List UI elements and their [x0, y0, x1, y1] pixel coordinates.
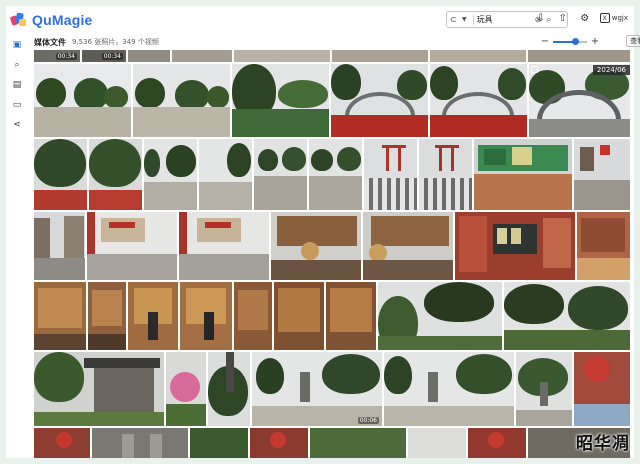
photo-thumbnail[interactable]: [92, 428, 188, 458]
photo-grid: 00:34 00:34 2024/06 00:06: [34, 50, 630, 458]
settings-icon[interactable]: ⚙: [578, 11, 592, 25]
photo-thumbnail[interactable]: [408, 428, 466, 458]
photo-thumbnail[interactable]: [199, 139, 252, 210]
watermark: 昭华凋: [576, 434, 630, 454]
photo-thumbnail[interactable]: [180, 282, 232, 350]
app-name: QuMagie: [32, 12, 93, 28]
photo-row: 00:06: [34, 352, 630, 426]
photo-thumbnail[interactable]: [34, 139, 87, 210]
media-count: 9,536 张照片，349 个视频: [72, 38, 159, 46]
photo-thumbnail[interactable]: [430, 64, 527, 137]
photo-library-icon[interactable]: ▣: [10, 38, 24, 52]
photo-thumbnail[interactable]: [144, 139, 197, 210]
photo-thumbnail[interactable]: [87, 212, 177, 280]
upload-icon[interactable]: ⇧: [556, 11, 570, 25]
photo-thumbnail[interactable]: [250, 428, 308, 458]
photo-thumbnail[interactable]: [474, 139, 572, 210]
photo-thumbnail[interactable]: [528, 50, 630, 62]
photo-thumbnail[interactable]: [234, 50, 330, 62]
select-checkbox[interactable]: [531, 66, 538, 73]
zoom-handle[interactable]: [571, 38, 579, 45]
page-title: 媒体文件: [34, 37, 66, 47]
photo-thumbnail[interactable]: [128, 282, 178, 350]
app-logo[interactable]: QuMagie: [9, 11, 93, 29]
photo-thumbnail[interactable]: [331, 64, 428, 137]
photo-thumbnail[interactable]: [254, 139, 307, 210]
download-icon[interactable]: ⇩: [534, 11, 548, 25]
video-thumbnail[interactable]: 00:34: [34, 50, 80, 62]
user-account-menu[interactable]: X wgjx: [599, 13, 628, 23]
photo-thumbnail[interactable]: [574, 352, 630, 426]
photo-thumbnail[interactable]: [88, 282, 126, 350]
photo-thumbnail[interactable]: 2024/06: [529, 64, 630, 137]
photo-thumbnail[interactable]: [332, 50, 428, 62]
top-bar: QuMagie ⊂ ▼ ⊗ ⌕ ⇩ ⇧ ⚙ X wgjx: [6, 6, 634, 34]
photo-thumbnail[interactable]: [133, 64, 230, 137]
photo-thumbnail[interactable]: [234, 282, 272, 350]
video-thumbnail[interactable]: 00:34: [82, 50, 126, 62]
photo-thumbnail[interactable]: [34, 352, 164, 426]
photo-thumbnail[interactable]: [430, 50, 526, 62]
photo-row: [34, 212, 630, 280]
video-thumbnail[interactable]: 00:06: [252, 352, 382, 426]
album-icon[interactable]: ▤: [10, 78, 24, 92]
photo-row: 2024/06: [34, 64, 630, 137]
photo-thumbnail[interactable]: [274, 282, 324, 350]
photo-thumbnail[interactable]: [34, 212, 85, 280]
share-icon[interactable]: ⋖: [10, 118, 24, 132]
search-icon[interactable]: ⌕: [10, 58, 24, 72]
photo-thumbnail[interactable]: [504, 282, 630, 350]
search-input[interactable]: [476, 15, 533, 24]
folder-icon[interactable]: ▭: [10, 98, 24, 112]
photo-thumbnail[interactable]: [190, 428, 248, 458]
photo-thumbnail[interactable]: [128, 50, 170, 62]
photo-thumbnail[interactable]: [208, 352, 250, 426]
photo-thumbnail[interactable]: [577, 212, 630, 280]
chevron-down-icon[interactable]: ▼: [462, 16, 467, 23]
photo-thumbnail[interactable]: [419, 139, 472, 210]
photo-thumbnail[interactable]: [574, 139, 630, 210]
photo-thumbnail[interactable]: [172, 50, 232, 62]
video-duration: 00:06: [357, 417, 379, 424]
video-duration: 00:34: [101, 53, 123, 60]
photo-thumbnail[interactable]: [166, 352, 206, 426]
photo-thumbnail[interactable]: [89, 139, 142, 210]
search-divider: [472, 14, 474, 25]
zoom-track[interactable]: [553, 38, 587, 45]
user-name: wgjx: [611, 14, 628, 22]
video-duration: 00:34: [55, 53, 77, 60]
zoom-out-icon[interactable]: −: [540, 37, 550, 47]
filter-icon[interactable]: ⊂: [450, 15, 462, 24]
photo-thumbnail[interactable]: [516, 352, 572, 426]
photo-thumbnail[interactable]: [271, 212, 361, 280]
photo-thumbnail[interactable]: [364, 139, 417, 210]
photo-thumbnail[interactable]: [34, 64, 131, 137]
view-mode-select[interactable]: 查看 ▼: [626, 35, 640, 47]
photo-thumbnail[interactable]: [310, 428, 406, 458]
photo-row: [34, 282, 630, 350]
photo-thumbnail[interactable]: [384, 352, 514, 426]
photo-row: 00:34 00:34: [34, 50, 630, 62]
view-mode-value: 查看: [630, 37, 640, 45]
date-badge: 2024/06: [592, 65, 630, 75]
photo-thumbnail[interactable]: [179, 212, 269, 280]
thumbnail-zoom-slider[interactable]: − +: [540, 37, 600, 47]
photo-row: [34, 428, 630, 458]
zoom-in-icon[interactable]: +: [590, 37, 600, 47]
photo-thumbnail[interactable]: [455, 212, 575, 280]
photo-thumbnail[interactable]: [309, 139, 362, 210]
photo-thumbnail[interactable]: [468, 428, 526, 458]
photo-thumbnail[interactable]: [326, 282, 376, 350]
photo-row: [34, 139, 630, 210]
photo-thumbnail[interactable]: [34, 282, 86, 350]
photo-thumbnail[interactable]: [232, 64, 329, 137]
photo-thumbnail[interactable]: [34, 428, 90, 458]
content-header: 媒体文件 9,536 张照片，349 个视频 − + 查看 ▼: [34, 34, 640, 50]
qumagie-logo-icon: [9, 11, 28, 29]
photo-thumbnail[interactable]: [378, 282, 502, 350]
user-avatar-icon: X: [599, 13, 610, 23]
sidebar: ▣ ⌕ ▤ ▭ ⋖: [6, 34, 28, 458]
photo-thumbnail[interactable]: [363, 212, 453, 280]
